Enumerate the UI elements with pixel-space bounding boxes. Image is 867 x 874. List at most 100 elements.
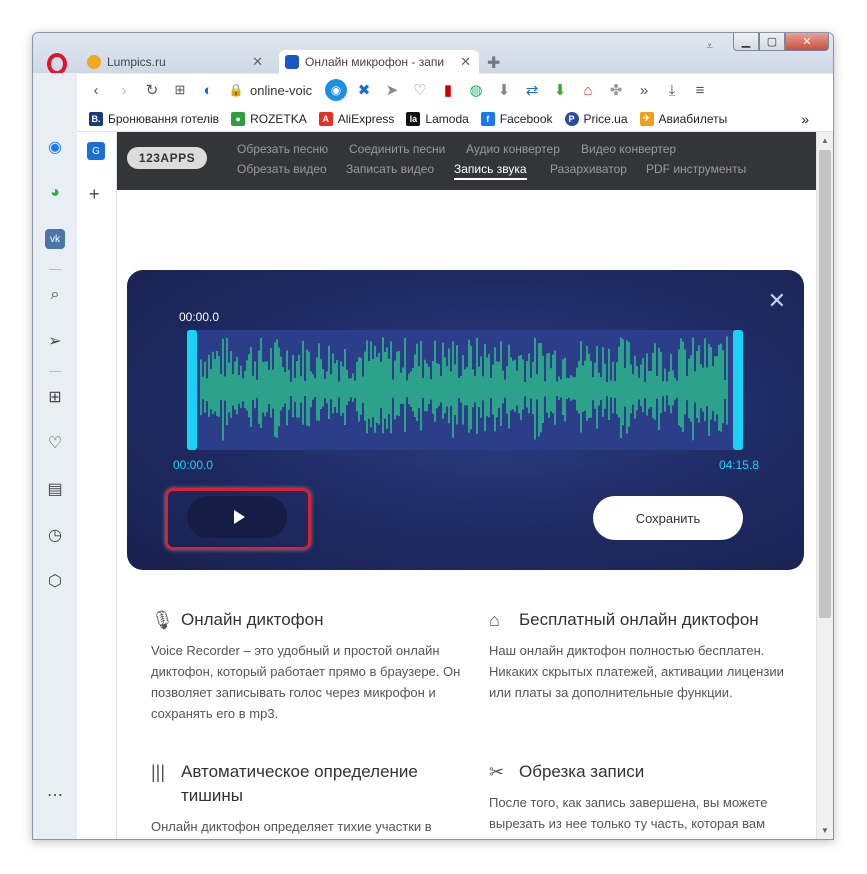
extension-pdf-icon[interactable]: ▮ <box>437 81 459 99</box>
tab-close-icon[interactable]: ✕ <box>460 54 471 70</box>
scroll-down-icon[interactable]: ▼ <box>821 826 829 835</box>
extension-green-download-icon[interactable]: ⬇ <box>549 81 571 99</box>
site-nav-bar: 123APPS Обрезать песню Соединить песни А… <box>117 132 816 190</box>
tag-icon: ⌂ <box>489 610 500 630</box>
airplane-icon: ✈ <box>639 111 654 126</box>
scissors-icon: ✂ <box>489 762 505 782</box>
rozetka-icon: ● <box>231 111 246 126</box>
bookmark-facebook[interactable]: f Facebook <box>480 111 553 126</box>
translate-icon[interactable]: G <box>87 142 105 160</box>
forward-icon[interactable]: › <box>113 82 135 99</box>
bookmarks-more-icon[interactable]: » <box>801 111 809 127</box>
speed-dial-grid-icon[interactable]: ⊞ <box>169 82 191 98</box>
opera-logo-icon[interactable] <box>47 53 67 75</box>
tab-title: Lumpics.ru <box>107 55 166 69</box>
heart-icon[interactable]: ♡ <box>45 433 65 453</box>
browser-window: Lumpics.ru ✕ Онлайн микрофон - запи ✕ ✚ … <box>32 32 834 840</box>
feature-body: Наш онлайн диктофон полностью бесплатен.… <box>489 643 784 700</box>
address-field[interactable]: online-voic <box>250 83 316 98</box>
brand-logo[interactable]: 123APPS <box>127 147 207 169</box>
maximize-button[interactable]: ▢ <box>759 33 785 51</box>
heart-bookmark-icon[interactable]: ♡ <box>409 81 431 99</box>
nav-record-sound[interactable]: Запись звука <box>454 162 527 180</box>
feature-title: Автоматическое определение тишины <box>181 762 418 805</box>
bookmark-label: Facebook <box>499 111 553 126</box>
waveform-area[interactable] <box>187 330 743 450</box>
bookmark-label: Авиабилеты <box>658 111 728 126</box>
feature-title: Бесплатный онлайн диктофон <box>519 610 759 629</box>
trim-start-time: 00:00.0 <box>173 458 214 472</box>
close-window-button[interactable]: ✕ <box>785 33 829 51</box>
speed-dial-icon[interactable]: ⊞ <box>45 387 65 407</box>
nav-cut-song[interactable]: Обрезать песню <box>237 142 328 156</box>
extension-home-icon[interactable]: ⌂ <box>577 82 599 99</box>
send-icon[interactable]: ➢ <box>45 331 65 351</box>
close-icon[interactable]: ✕ <box>768 288 786 314</box>
title-bar: Lumpics.ru ✕ Онлайн микрофон - запи ✕ ✚ … <box>33 33 833 75</box>
vk-icon[interactable]: vk <box>45 229 65 249</box>
window-controls: ▁ ▢ ✕ <box>733 33 829 51</box>
adblock-shield-icon[interactable]: ✖ <box>353 81 375 99</box>
minimize-button[interactable]: ▁ <box>733 33 759 51</box>
tab-menu-icon[interactable]: ⩡ <box>706 39 713 54</box>
lamoda-icon: la <box>406 111 421 126</box>
save-button[interactable]: Сохранить <box>593 496 743 540</box>
nav-video-converter[interactable]: Видео конвертер <box>581 142 676 156</box>
snapshot-camera-icon[interactable]: ◉ <box>325 79 347 101</box>
bookmark-price-ua[interactable]: P Price.ua <box>564 111 628 126</box>
lumpics-favicon-icon <box>87 55 101 69</box>
bookmark-booking[interactable]: B. Бронювання готелів <box>89 111 220 126</box>
feature-body: После того, как запись завершена, вы мож… <box>489 795 768 839</box>
bookmark-label: Бронювання готелів <box>108 111 220 126</box>
vpn-globe-icon[interactable]: ◐ <box>197 82 219 99</box>
downloads-icon[interactable]: ⤓ <box>661 82 683 99</box>
feature-title: Онлайн диктофон <box>181 610 324 629</box>
nav-unarchiver[interactable]: Разархиватор <box>550 162 627 176</box>
extension-puzzle-icon[interactable]: ✤ <box>605 81 627 99</box>
end-trim-handle[interactable] <box>733 330 743 450</box>
play-button[interactable] <box>187 496 287 538</box>
search-icon[interactable]: ⌕ <box>45 285 65 305</box>
more-dots-icon[interactable]: ⋯ <box>45 785 65 805</box>
vertical-scrollbar[interactable]: ▲ ▼ <box>816 132 833 839</box>
nav-join-songs[interactable]: Соединить песни <box>349 142 445 156</box>
history-clock-icon[interactable]: ◷ <box>45 525 65 545</box>
back-icon[interactable]: ‹ <box>85 82 107 99</box>
scrollbar-thumb[interactable] <box>819 150 831 618</box>
bookmark-rozetka[interactable]: ● ROZETKA <box>231 111 307 126</box>
extension-translate-icon[interactable]: ⇄ <box>521 81 543 99</box>
new-tab-plus-icon[interactable]: ✚ <box>487 53 500 73</box>
nav-cut-video[interactable]: Обрезать видео <box>237 162 327 176</box>
tab-online-microphone[interactable]: Онлайн микрофон - запи ✕ <box>279 50 479 74</box>
sidebar-divider <box>49 371 61 372</box>
add-panel-plus-icon[interactable]: + <box>89 184 100 205</box>
reload-icon[interactable]: ↻ <box>141 81 163 99</box>
trim-end-time: 04:15.8 <box>718 458 759 472</box>
feature-body: Онлайн диктофон определяет тихие участки… <box>151 819 432 834</box>
extension-download-arrow-icon[interactable]: ⬇ <box>493 81 515 99</box>
facebook-icon: f <box>480 111 495 126</box>
bookmark-lamoda[interactable]: la Lamoda <box>406 111 469 126</box>
nav-audio-converter[interactable]: Аудио конвертер <box>466 142 560 156</box>
bookmark-aviabilety[interactable]: ✈ Авиабилеты <box>639 111 728 126</box>
more-extensions-icon[interactable]: » <box>633 82 655 99</box>
secure-lock-icon: 🔒 <box>228 83 244 97</box>
whatsapp-icon[interactable]: ◕ <box>45 183 65 203</box>
tab-lumpics[interactable]: Lumpics.ru ✕ <box>81 51 271 73</box>
scroll-up-icon[interactable]: ▲ <box>821 136 829 145</box>
booking-icon: B. <box>89 111 103 126</box>
bookmark-label: Lamoda <box>425 111 469 126</box>
send-icon[interactable]: ➤ <box>381 81 403 99</box>
nav-record-video[interactable]: Записать видео <box>346 162 434 176</box>
news-icon[interactable]: ▤ <box>45 479 65 499</box>
easy-setup-icon[interactable]: ≡ <box>689 82 711 99</box>
extensions-cube-icon[interactable]: ⬡ <box>45 571 65 591</box>
side-panel: G + <box>77 132 117 839</box>
waveform-icon: ||| <box>151 762 166 782</box>
extension-sg-icon[interactable]: ◍ <box>465 81 487 99</box>
tab-close-icon[interactable]: ✕ <box>252 54 263 70</box>
bookmark-aliexpress[interactable]: A AliExpress <box>318 111 394 126</box>
start-trim-handle[interactable] <box>187 330 197 450</box>
messenger-icon[interactable]: ◉ <box>45 137 65 157</box>
nav-pdf-tools[interactable]: PDF инструменты <box>646 162 746 176</box>
